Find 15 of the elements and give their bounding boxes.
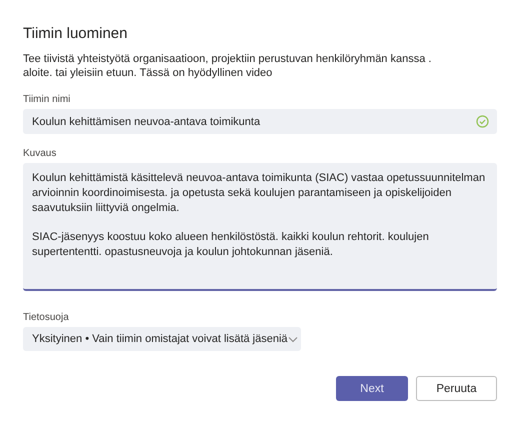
description-field[interactable] xyxy=(23,163,497,291)
description-paragraph: Koulun kehittämistä käsittelevä neuvoa-antava toimikunta (SIAC) vastaa opetussuunnitelman arvioinnin koordinoimisesta. ja opetusta sekä koulujen parantamiseen ja opiskelijoiden saavutuksiin liittyviä ongelmia. xyxy=(32,171,486,216)
description-paragraph: SIAC-jäsenyys koostuu koko alueen henkilöstöstä. kaikki koulun rehtorit. koulujen supertententti. opastusneuvoja ja koulun johtokunnan jäseniä. xyxy=(32,230,430,260)
field-label: Tietosuoja xyxy=(23,312,69,323)
intro-text: aloite. tai yleisiin etuun. Tässä on hyödyllinen video xyxy=(23,66,272,80)
name-field[interactable]: Koulun kehittämisen neuvoa-antava toimikunta xyxy=(23,109,497,134)
chevron-down-icon[interactable] xyxy=(288,336,298,342)
field-label: Tiimin nimi xyxy=(23,94,70,105)
field-label: Kuvaus xyxy=(23,148,56,159)
intro-text: Tee tiivistä yhteistyötä organisaatioon, projektiin perustuvan henkilöryhmän kanssa . xyxy=(23,52,432,66)
dialog-title: Tiimin luominen xyxy=(23,25,128,42)
next-button[interactable]: Next xyxy=(336,376,408,401)
cancel-button[interactable]: Peruuta xyxy=(416,376,497,401)
field-value: Koulun kehittämisen neuvoa-antava toimikunta xyxy=(32,116,260,128)
privacy-dropdown[interactable]: Yksityinen • Vain tiimin omistajat voivat lisätä jäseniä xyxy=(23,327,301,351)
